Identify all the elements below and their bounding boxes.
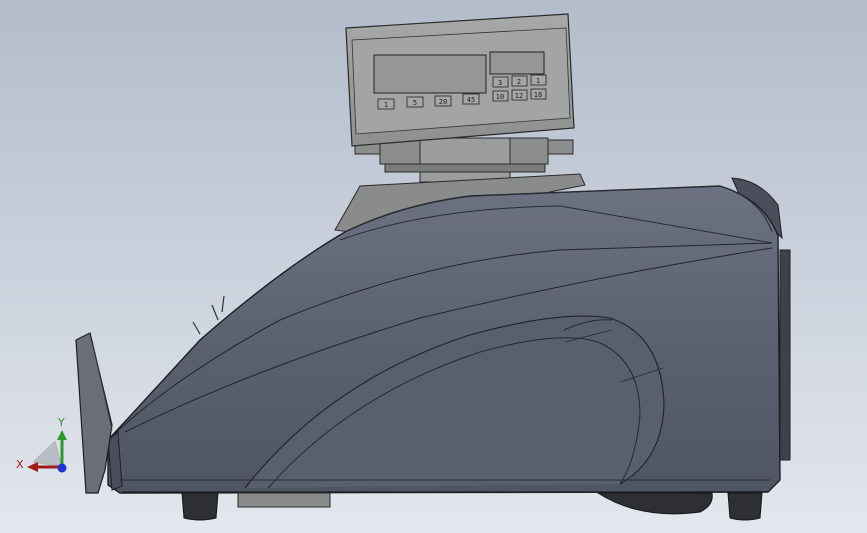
key-10[interactable]: 10 bbox=[492, 90, 509, 102]
rear-foot bbox=[727, 492, 763, 521]
side-grille bbox=[779, 249, 791, 461]
bottom-tray bbox=[237, 492, 331, 508]
key-label: 5 bbox=[413, 99, 417, 107]
key-label: 1 bbox=[384, 101, 388, 109]
key-5[interactable]: 5 bbox=[406, 96, 424, 108]
key-label: 12 bbox=[515, 92, 523, 100]
key-label: 20 bbox=[439, 98, 447, 106]
display-unit: 1 5 20 45 3 2 1 10 12 18 bbox=[345, 13, 575, 183]
x-axis-label: X bbox=[16, 458, 24, 471]
key-3[interactable]: 3 bbox=[492, 76, 509, 88]
key-12[interactable]: 12 bbox=[511, 89, 528, 101]
key-1-right[interactable]: 1 bbox=[530, 74, 547, 86]
key-45[interactable]: 45 bbox=[462, 93, 480, 105]
key-20[interactable]: 20 bbox=[434, 95, 452, 107]
z-axis-origin-icon bbox=[57, 463, 67, 473]
front-foot bbox=[181, 492, 219, 521]
key-2[interactable]: 2 bbox=[511, 75, 528, 87]
key-label: 45 bbox=[467, 96, 475, 104]
key-label: 10 bbox=[496, 93, 504, 101]
key-18[interactable]: 18 bbox=[530, 88, 547, 100]
key-label: 3 bbox=[498, 79, 502, 87]
key-label: 2 bbox=[517, 78, 521, 86]
key-label: 18 bbox=[534, 91, 542, 99]
cad-viewport[interactable]: 1 5 20 45 3 2 1 10 12 18 X Y bbox=[0, 0, 867, 533]
key-label: 1 bbox=[536, 77, 540, 85]
lcd-screen-main bbox=[373, 54, 487, 94]
key-1[interactable]: 1 bbox=[377, 98, 395, 110]
lcd-screen-secondary bbox=[489, 51, 545, 75]
y-axis-label: Y bbox=[57, 416, 65, 429]
